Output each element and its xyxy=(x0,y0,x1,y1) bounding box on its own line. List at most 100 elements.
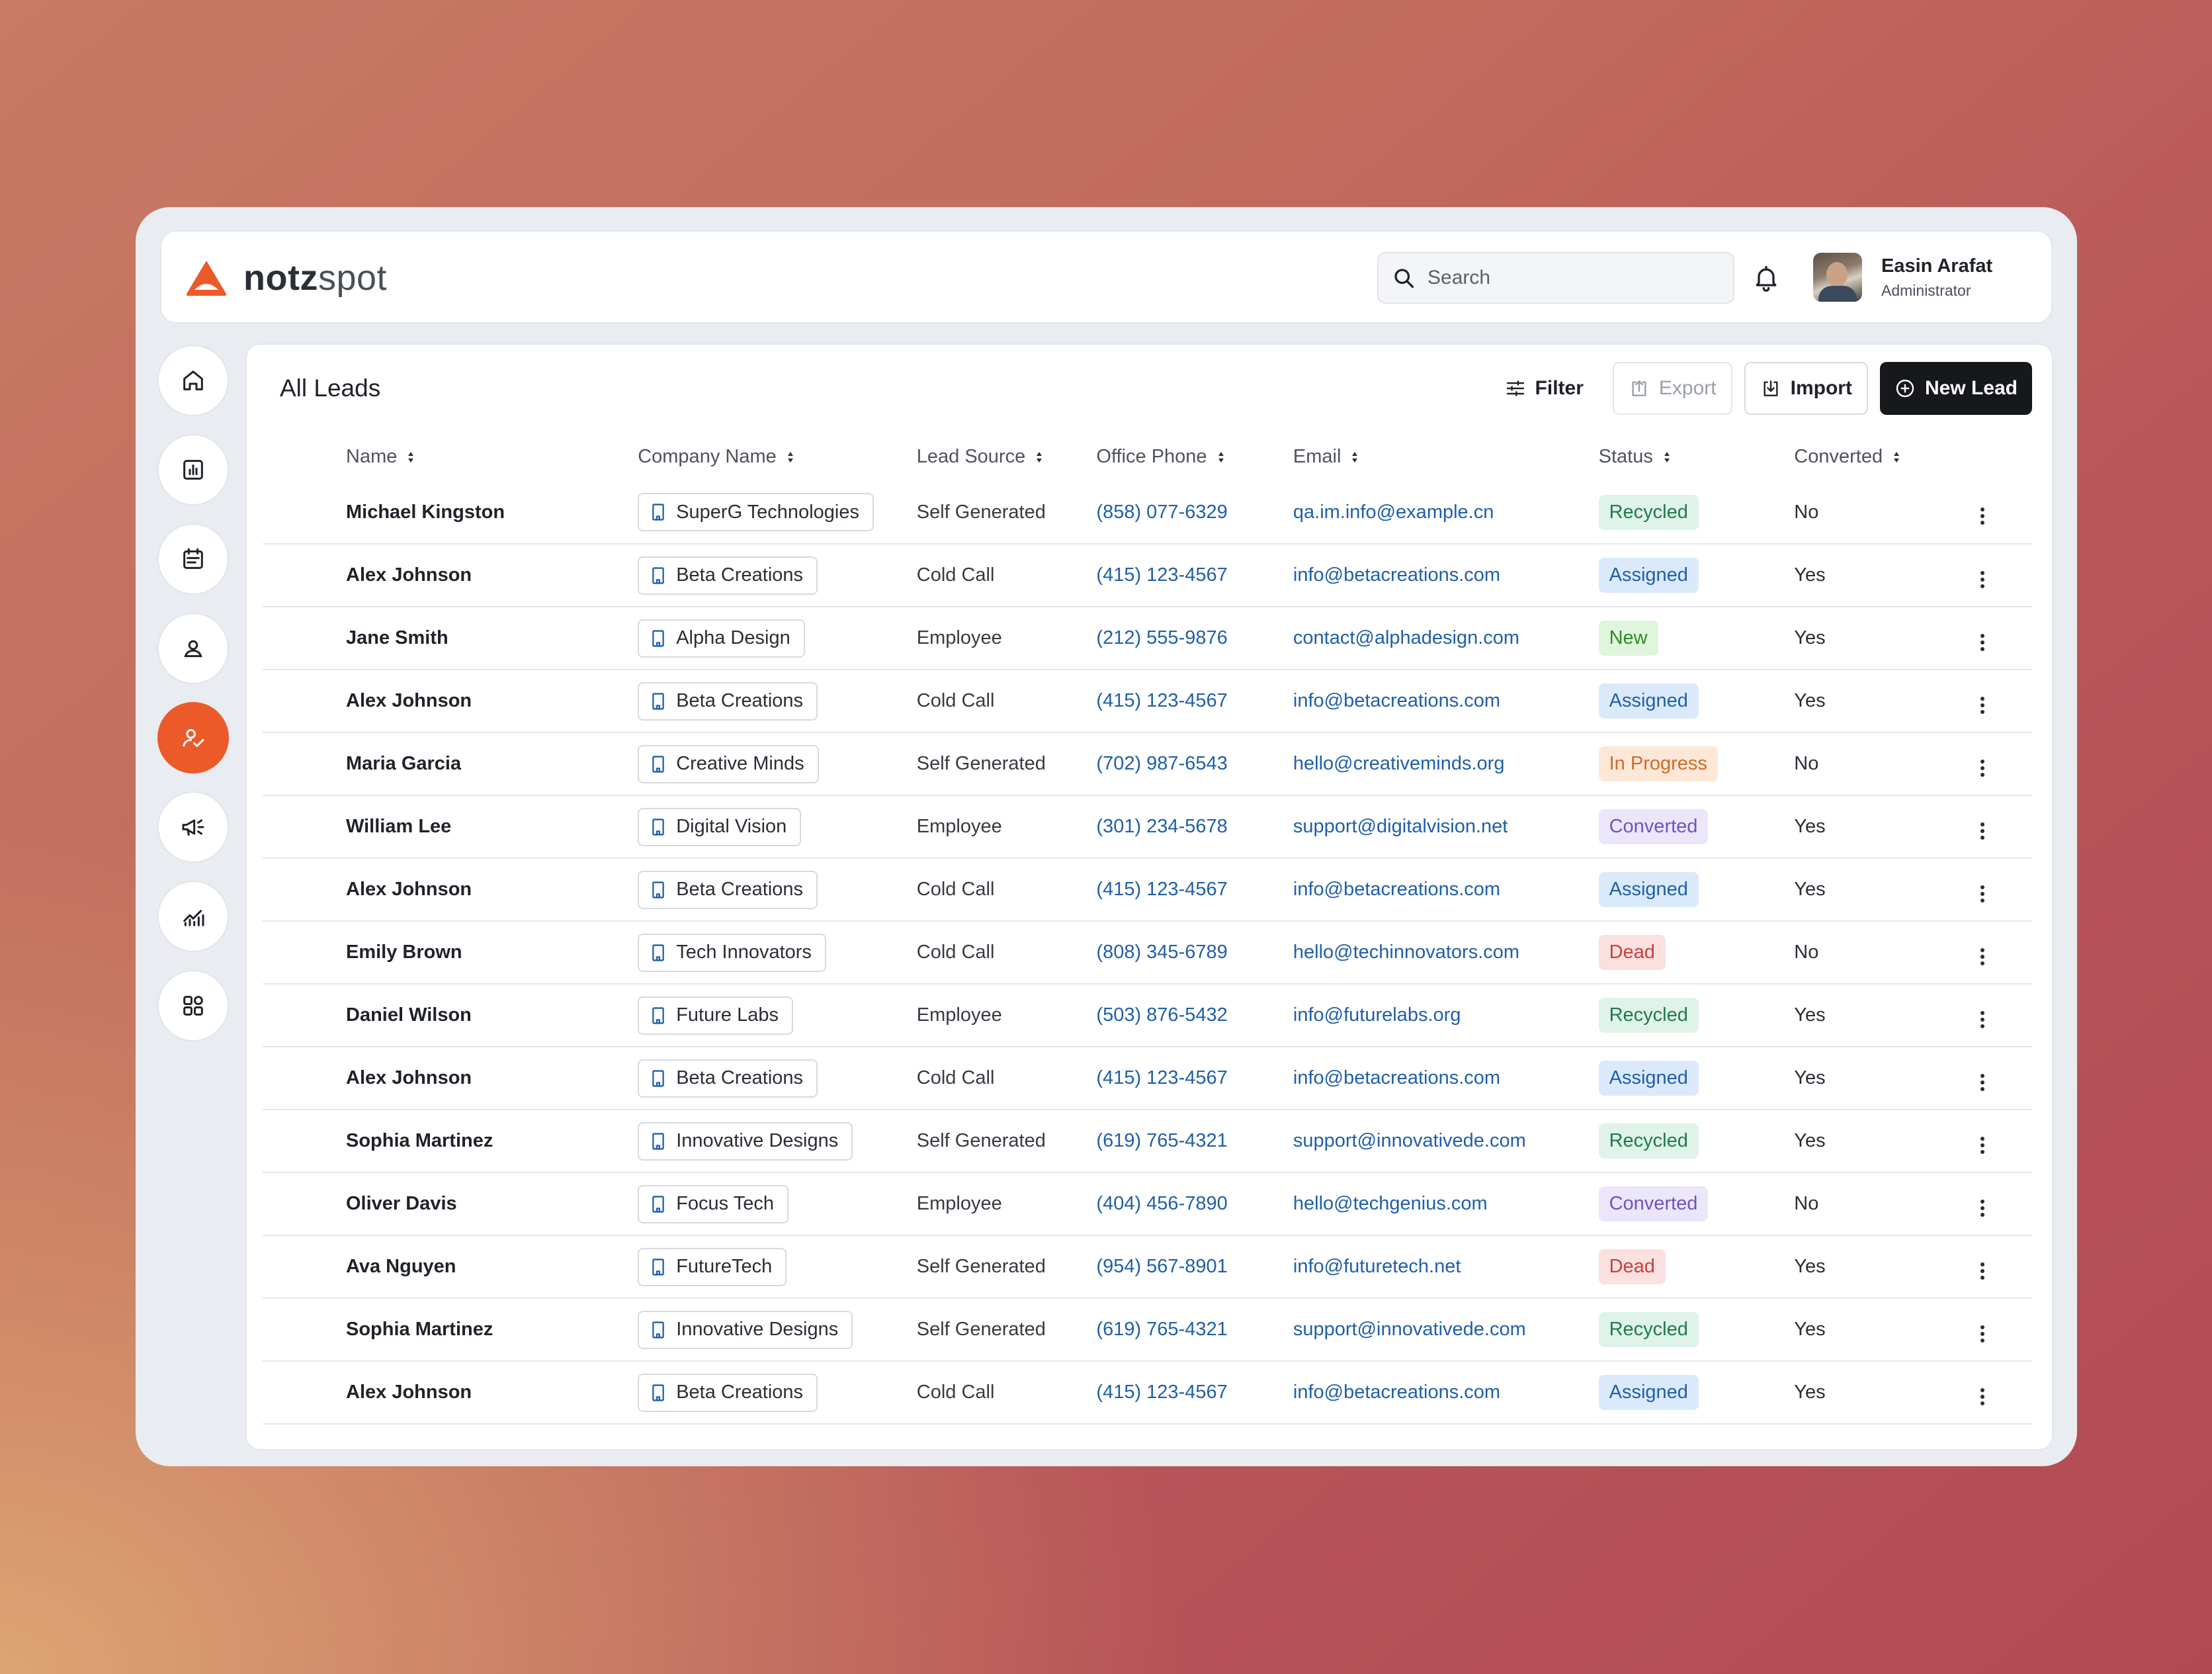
table-row[interactable]: Daniel Wilson Future Labs Employee (503)… xyxy=(263,984,2032,1047)
nav-home[interactable] xyxy=(157,345,229,416)
email-link[interactable]: info@betacreations.com xyxy=(1293,1361,1599,1425)
lead-name[interactable]: Alex Johnson xyxy=(263,1047,638,1110)
table-row[interactable]: Michael Kingston SuperG Technologies Sel… xyxy=(263,481,2032,545)
nav-campaigns[interactable] xyxy=(157,791,229,863)
office-phone[interactable]: (954) 567-8901 xyxy=(1096,1235,1293,1299)
more-vertical-icon[interactable] xyxy=(1973,818,1992,844)
brand-logo[interactable]: notzspot xyxy=(185,255,387,300)
company-chip[interactable]: SuperG Technologies xyxy=(638,493,874,531)
office-phone[interactable]: (619) 765-4321 xyxy=(1096,1110,1293,1173)
company-chip[interactable]: Focus Tech xyxy=(638,1184,788,1223)
lead-name[interactable]: William Lee xyxy=(263,795,638,859)
import-button[interactable]: Import xyxy=(1744,362,1868,415)
email-link[interactable]: info@betacreations.com xyxy=(1293,1047,1599,1110)
office-phone[interactable]: (415) 123-4567 xyxy=(1096,858,1293,922)
col-header-phone[interactable]: Office Phone xyxy=(1096,432,1293,481)
table-row[interactable]: Ava Nguyen FutureTech Self Generated (95… xyxy=(263,1235,2032,1299)
office-phone[interactable]: (808) 345-6789 xyxy=(1096,921,1293,985)
export-button[interactable]: Export xyxy=(1612,362,1732,415)
nav-apps[interactable] xyxy=(157,970,229,1041)
email-link[interactable]: contact@alphadesign.com xyxy=(1293,607,1599,670)
table-row[interactable]: Sophia Martinez Innovative Designs Self … xyxy=(263,1110,2032,1173)
company-chip[interactable]: Innovative Designs xyxy=(638,1310,853,1349)
more-vertical-icon[interactable] xyxy=(1973,1321,1992,1347)
more-vertical-icon[interactable] xyxy=(1973,1195,1992,1221)
office-phone[interactable]: (503) 876-5432 xyxy=(1096,984,1293,1047)
more-vertical-icon[interactable] xyxy=(1973,629,1992,656)
col-header-status[interactable]: Status xyxy=(1599,432,1795,481)
company-chip[interactable]: Beta Creations xyxy=(638,1059,818,1098)
email-link[interactable]: info@betacreations.com xyxy=(1293,670,1599,733)
office-phone[interactable]: (301) 234-5678 xyxy=(1096,795,1293,859)
office-phone[interactable]: (619) 765-4321 xyxy=(1096,1298,1293,1362)
col-header-converted[interactable]: Converted xyxy=(1794,432,1973,481)
office-phone[interactable]: (702) 987-6543 xyxy=(1096,732,1293,796)
lead-name[interactable]: Alex Johnson xyxy=(263,670,638,733)
table-row[interactable]: Alex Johnson Beta Creations Cold Call (4… xyxy=(263,858,2032,922)
office-phone[interactable]: (858) 077-6329 xyxy=(1096,481,1293,545)
table-row[interactable]: Emily Brown Tech Innovators Cold Call (8… xyxy=(263,921,2032,985)
company-chip[interactable]: Beta Creations xyxy=(638,870,818,909)
office-phone[interactable]: (212) 555-9876 xyxy=(1096,607,1293,670)
table-row[interactable]: Alex Johnson Beta Creations Cold Call (4… xyxy=(263,1047,2032,1110)
email-link[interactable]: support@digitalvision.net xyxy=(1293,795,1599,859)
lead-name[interactable]: Sophia Martinez xyxy=(263,1110,638,1173)
filter-button[interactable]: Filter xyxy=(1487,362,1601,415)
search-box[interactable] xyxy=(1377,252,1734,304)
company-chip[interactable]: Beta Creations xyxy=(638,556,818,595)
company-chip[interactable]: Beta Creations xyxy=(638,682,818,721)
company-chip[interactable]: Digital Vision xyxy=(638,807,802,846)
more-vertical-icon[interactable] xyxy=(1973,755,1992,781)
email-link[interactable]: info@futurelabs.org xyxy=(1293,984,1599,1047)
table-row[interactable]: Jane Smith Alpha Design Employee (212) 5… xyxy=(263,607,2032,670)
office-phone[interactable]: (415) 123-4567 xyxy=(1096,544,1293,607)
avatar[interactable] xyxy=(1813,253,1862,302)
lead-name[interactable]: Emily Brown xyxy=(263,921,638,985)
more-vertical-icon[interactable] xyxy=(1973,944,1992,970)
lead-name[interactable]: Sophia Martinez xyxy=(263,1298,638,1362)
nav-reports[interactable] xyxy=(157,434,229,506)
more-vertical-icon[interactable] xyxy=(1973,503,1992,529)
more-vertical-icon[interactable] xyxy=(1973,1006,1992,1033)
more-vertical-icon[interactable] xyxy=(1973,1258,1992,1284)
lead-name[interactable]: Alex Johnson xyxy=(263,1361,638,1425)
email-link[interactable]: hello@techgenius.com xyxy=(1293,1172,1599,1236)
lead-name[interactable]: Maria Garcia xyxy=(263,732,638,796)
lead-name[interactable]: Daniel Wilson xyxy=(263,984,638,1047)
office-phone[interactable]: (404) 456-7890 xyxy=(1096,1172,1293,1236)
more-vertical-icon[interactable] xyxy=(1973,566,1992,593)
email-link[interactable]: info@betacreations.com xyxy=(1293,544,1599,607)
more-vertical-icon[interactable] xyxy=(1973,881,1992,907)
table-row[interactable]: Alex Johnson Beta Creations Cold Call (4… xyxy=(263,670,2032,733)
office-phone[interactable]: (415) 123-4567 xyxy=(1096,670,1293,733)
nav-calendar[interactable] xyxy=(157,523,229,595)
lead-name[interactable]: Alex Johnson xyxy=(263,544,638,607)
email-link[interactable]: hello@creativeminds.org xyxy=(1293,732,1599,796)
lead-name[interactable]: Alex Johnson xyxy=(263,858,638,922)
user-name[interactable]: Easin Arafat xyxy=(1881,255,1992,277)
company-chip[interactable]: FutureTech xyxy=(638,1247,787,1286)
email-link[interactable]: support@innovativede.com xyxy=(1293,1110,1599,1173)
notifications-button[interactable] xyxy=(1746,258,1786,298)
company-chip[interactable]: Alpha Design xyxy=(638,619,805,658)
company-chip[interactable]: Future Labs xyxy=(638,996,793,1035)
more-vertical-icon[interactable] xyxy=(1973,692,1992,719)
lead-name[interactable]: Michael Kingston xyxy=(263,481,638,545)
more-vertical-icon[interactable] xyxy=(1973,1384,1992,1410)
lead-name[interactable]: Oliver Davis xyxy=(263,1172,638,1236)
col-header-source[interactable]: Lead Source xyxy=(917,432,1097,481)
email-link[interactable]: info@betacreations.com xyxy=(1293,858,1599,922)
company-chip[interactable]: Tech Innovators xyxy=(638,933,826,972)
table-row[interactable]: Alex Johnson Beta Creations Cold Call (4… xyxy=(263,1361,2032,1425)
more-vertical-icon[interactable] xyxy=(1973,1069,1992,1096)
nav-analytics[interactable] xyxy=(157,881,229,952)
table-row[interactable]: Maria Garcia Creative Minds Self Generat… xyxy=(263,732,2032,796)
col-header-email[interactable]: Email xyxy=(1293,432,1599,481)
new-lead-button[interactable]: New Lead xyxy=(1879,362,2032,415)
more-vertical-icon[interactable] xyxy=(1973,1132,1992,1159)
email-link[interactable]: hello@techinnovators.com xyxy=(1293,921,1599,985)
nav-contacts[interactable] xyxy=(157,613,229,684)
email-link[interactable]: info@futuretech.net xyxy=(1293,1235,1599,1299)
col-header-company[interactable]: Company Name xyxy=(638,432,917,481)
lead-name[interactable]: Ava Nguyen xyxy=(263,1235,638,1299)
